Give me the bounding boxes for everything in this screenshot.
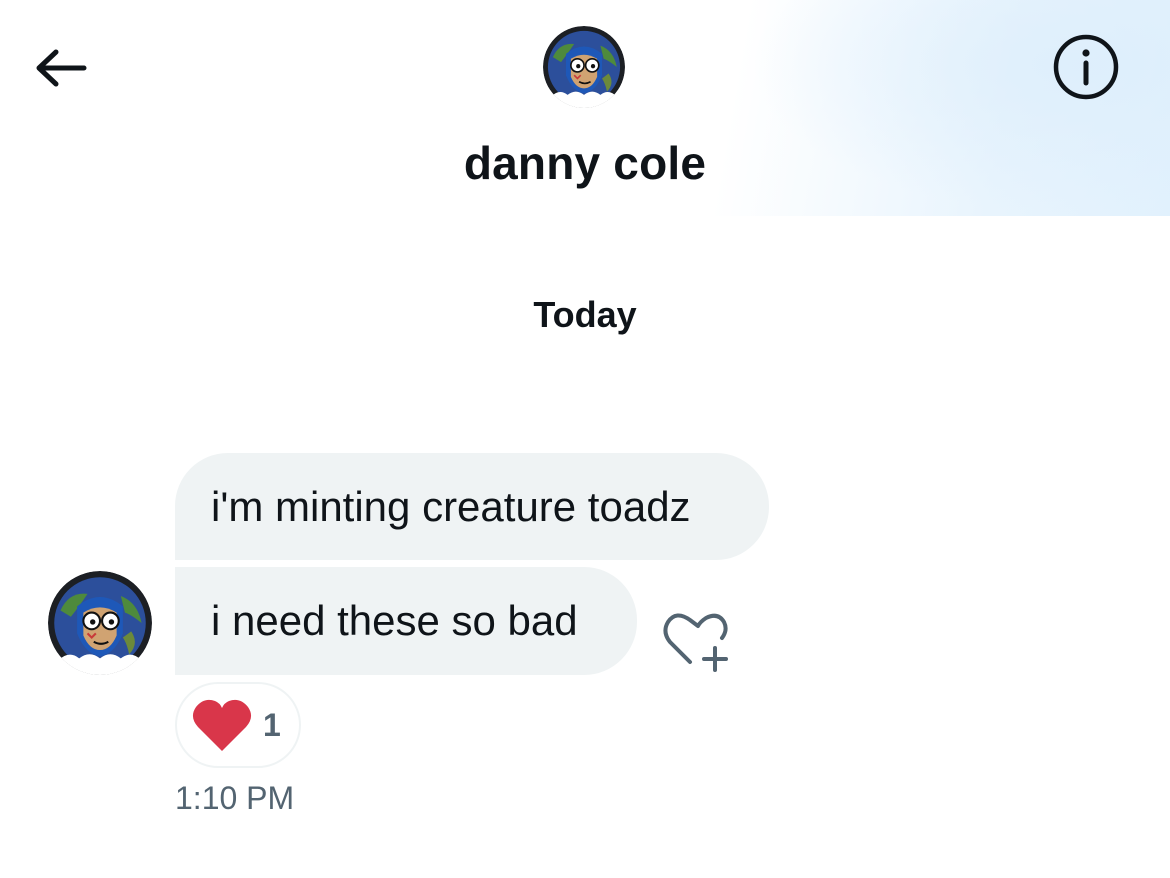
message-timestamp: 1:10 PM (175, 780, 295, 816)
dm-conversation-screen: danny cole Today i'm minting creature to… (0, 0, 1170, 878)
conversation-info-button[interactable] (1052, 33, 1120, 101)
message-bubble[interactable]: i'm minting creature toadz (175, 453, 769, 560)
sender-avatar[interactable] (48, 571, 152, 675)
message-bubble[interactable]: i need these so bad (175, 567, 637, 675)
contact-name[interactable]: danny cole (0, 136, 1170, 190)
red-heart-icon (192, 699, 252, 751)
reaction-pill[interactable]: 1 (175, 682, 301, 768)
back-button[interactable] (30, 38, 90, 98)
toad-avatar-icon (543, 26, 625, 108)
message-text: i need these so bad (211, 597, 578, 644)
contact-avatar[interactable] (543, 26, 625, 108)
toad-avatar-icon (48, 571, 152, 675)
info-circle-icon (1053, 34, 1119, 100)
add-reaction-button[interactable] (660, 604, 736, 674)
heart-plus-icon (663, 613, 728, 672)
reaction-count: 1 (263, 706, 281, 743)
arrow-left-icon (36, 49, 87, 87)
message-text: i'm minting creature toadz (211, 482, 691, 530)
date-separator: Today (533, 294, 637, 335)
conversation-header: danny cole (0, 0, 1170, 216)
